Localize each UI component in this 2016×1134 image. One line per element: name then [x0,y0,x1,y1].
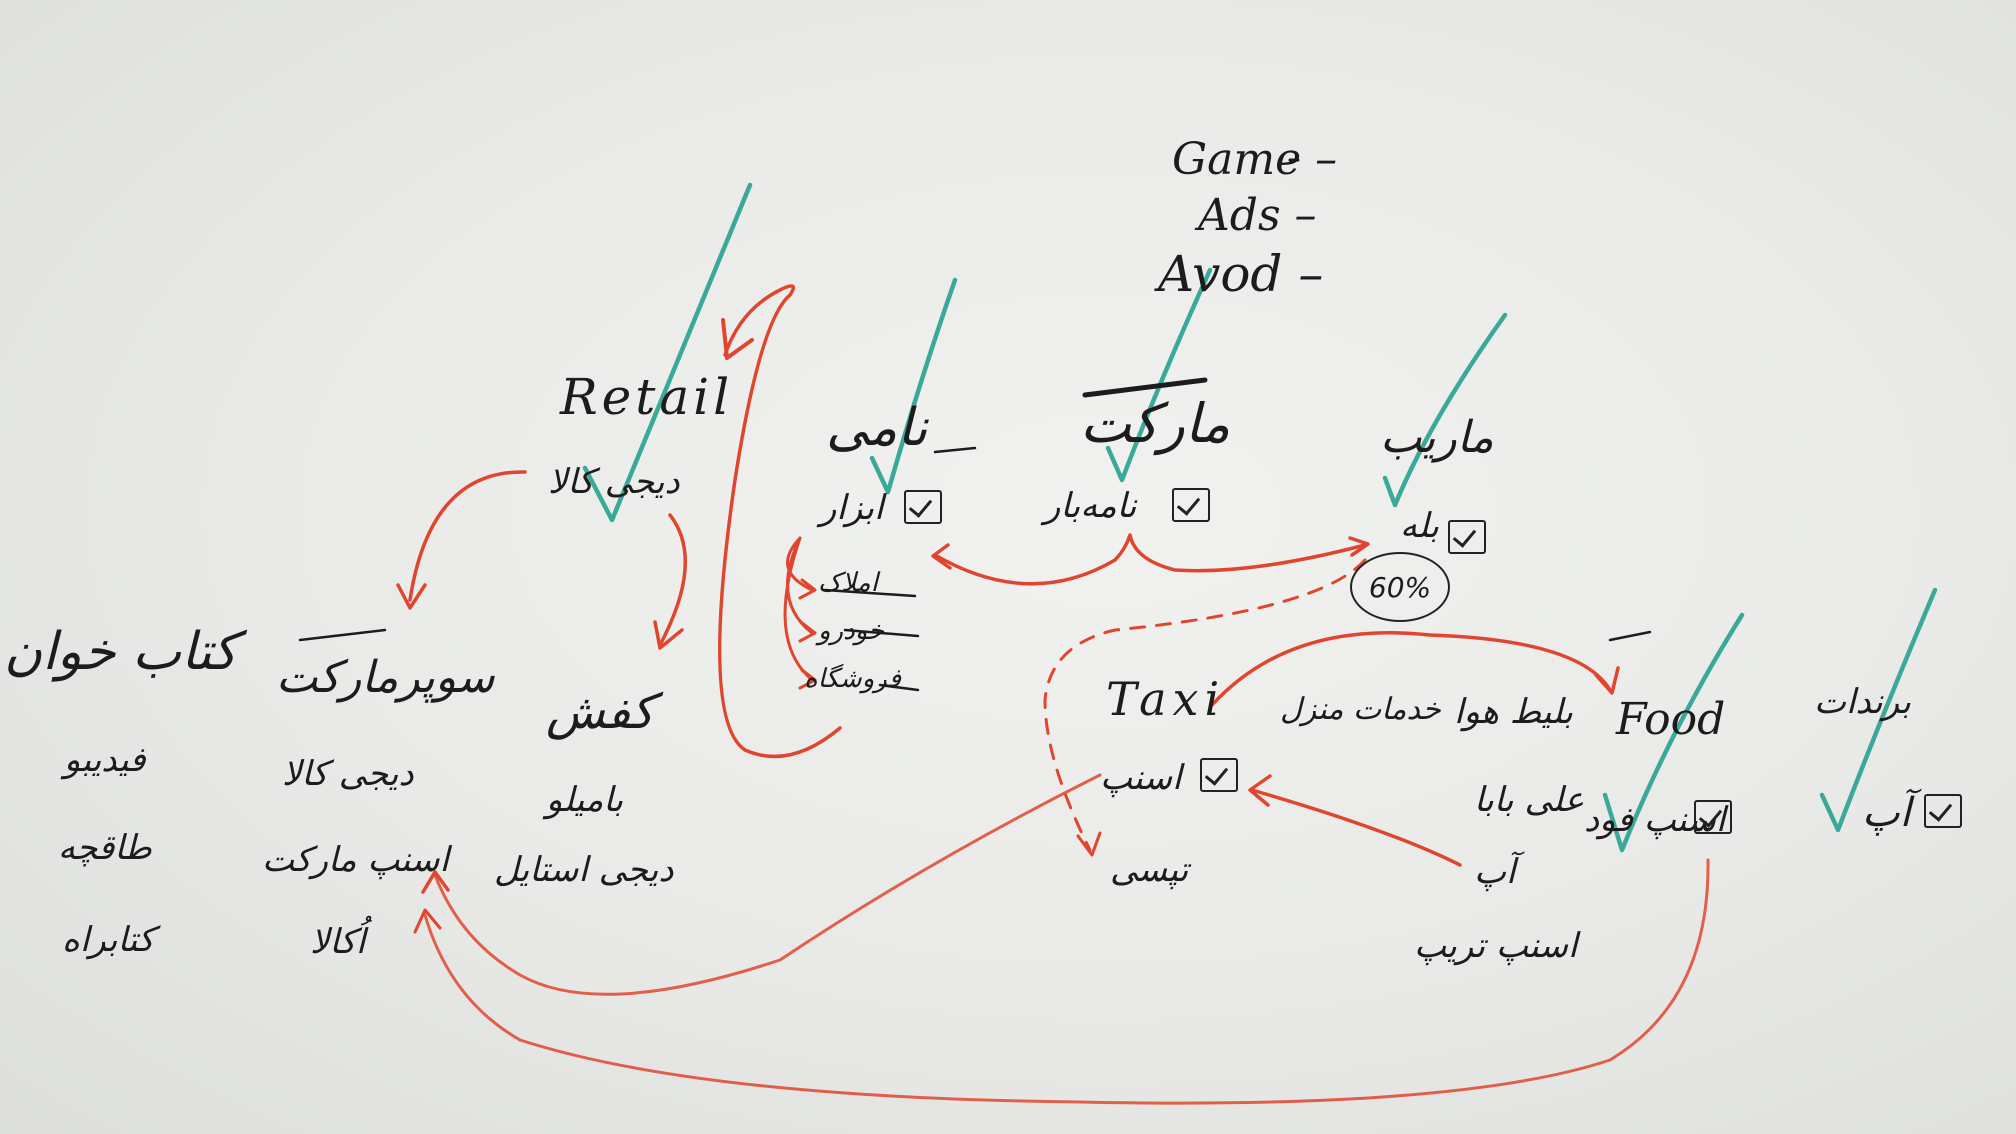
label-game: Game – [1172,134,1338,185]
header-nami: نامی [826,398,928,458]
whiteboard: Game – Ads – Avod – Retail دیجی کالا نام… [0,0,2016,1134]
retail-digikala: دیجی کالا [548,462,680,502]
ketab-taaghche: طاقچه [58,828,152,868]
ketab-ketabrah: کتابراه [62,920,155,960]
teal-check-nami [869,277,958,495]
sooper-snappmarket: اسنپ مارکت [262,840,449,880]
checkbox-abzar [904,490,942,524]
arrow-retail-to-kafsh [658,513,688,647]
nami-abzar: ابزار [820,488,884,528]
belit-alibaba: علی بابا [1474,780,1585,820]
sooper-digikala: دیجی کالا [282,754,414,794]
arrow-snappfood-to-snappmarket [423,858,1710,1105]
header-marib: ماریب [1380,412,1494,463]
checkbox-barandat [1924,794,1962,828]
percent-oval: 60% [1350,552,1450,622]
arrows-nami-sub [783,536,814,682]
header-khadamat: خدمات منزل [1280,692,1441,727]
ketab-fidibo: فیدیبو [64,740,146,780]
market-kamebar: نامه‌بار [1044,486,1137,526]
belit-snapptrip: اسنپ تریپ [1414,926,1578,966]
label-ads: Ads – [1198,190,1317,241]
nami-khodro: خودرو [818,616,885,646]
checkbox-snapp [1200,758,1238,792]
checkbox-market [1172,488,1210,522]
header-retail: Retail [560,368,734,426]
barandat-ap: آپ [1862,790,1911,836]
belit-ap: آپ [1474,852,1516,892]
header-taxi: Taxi [1106,672,1226,726]
header-food: Food [1616,694,1726,745]
label-avod: Avod – [1158,245,1324,303]
kafsh-digistyle: دیجی استایل [494,850,674,890]
kafsh-bamilo: بامیلو [546,780,624,820]
marker-strokes [298,158,1938,1105]
header-ketab: کتاب خوان [4,622,238,682]
teal-check-marib [1382,312,1508,508]
nami-forooshgah: فروشگاه [804,664,902,694]
arrow-abzar-market-baleh [933,533,1367,586]
header-kafsh: کفش [546,684,655,740]
header-belit: بلیط هوا [1454,692,1573,732]
taxi-snapp: اسنپ [1100,758,1182,798]
marib-percent: 60% [1368,570,1432,604]
checkbox-snappfood [1694,800,1732,834]
arrow-retail-to-sooper [408,470,527,602]
marib-baleh: بله [1400,506,1439,546]
taxi-tapsi: تپسی [1110,850,1189,890]
arrow-ap-to-snapp [1250,788,1462,867]
sooper-okala: اُکالا [310,922,366,962]
header-barandat: برندات [1814,682,1911,722]
nami-amlak: املاک [818,568,878,598]
header-market: مارکت [1080,392,1231,455]
checkbox-baleh [1448,520,1486,554]
header-sooper: سوپرمارکت [276,652,495,703]
